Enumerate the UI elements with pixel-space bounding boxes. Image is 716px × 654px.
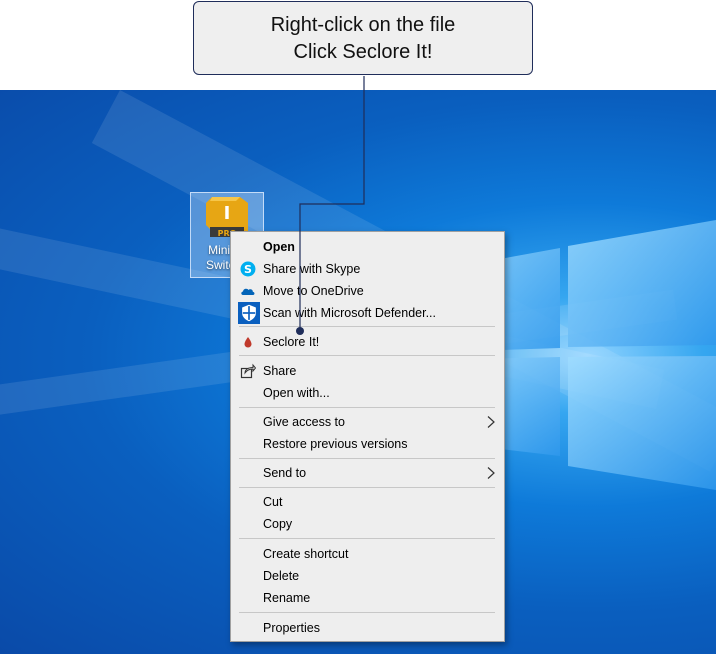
menu-label-share-skype: Share with Skype [263,262,361,276]
menu-item-rename[interactable]: Rename [231,587,504,609]
menu-separator [239,458,495,459]
menu-separator [239,326,495,327]
menu-separator [239,538,495,539]
skype-icon: S [240,261,256,277]
context-menu: Open S Share with Skype Move to OneDrive… [230,231,505,642]
menu-label-seclore: Seclore It! [263,335,320,349]
menu-item-properties[interactable]: Properties [231,617,504,639]
menu-label-onedrive: Move to OneDrive [263,284,364,298]
menu-label-create-shortcut: Create shortcut [263,547,349,561]
menu-label-send-to: Send to [263,466,307,480]
menu-item-defender[interactable]: Scan with Microsoft Defender... [231,302,504,324]
menu-item-open-with[interactable]: Open with... [231,382,504,404]
menu-item-send-to[interactable]: Send to [231,462,504,484]
svg-text:S: S [244,263,252,276]
menu-label-share: Share [263,364,297,378]
menu-separator [239,407,495,408]
menu-label-open-with: Open with... [263,386,330,400]
chevron-right-icon [487,416,495,428]
menu-label-defender: Scan with Microsoft Defender... [263,306,436,320]
menu-label-cut: Cut [263,495,283,509]
menu-item-share-skype[interactable]: S Share with Skype [231,258,504,280]
menu-label-delete: Delete [263,569,300,583]
menu-item-create-shortcut[interactable]: Create shortcut [231,543,504,565]
menu-item-share[interactable]: Share [231,360,504,382]
menu-label-restore: Restore previous versions [263,437,408,451]
menu-item-restore[interactable]: Restore previous versions [231,433,504,455]
menu-separator [239,487,495,488]
menu-item-onedrive[interactable]: Move to OneDrive [231,280,504,302]
defender-icon [238,302,260,324]
share-icon [240,363,256,379]
callout-line-2: Click Seclore It! [293,41,433,63]
seclore-icon [244,337,252,348]
menu-separator [239,612,495,613]
chevron-right-icon [487,467,495,479]
callout-line-1: Right-click on the file [270,14,456,36]
onedrive-icon [241,288,255,295]
menu-separator [239,355,495,356]
instruction-callout: Right-click on the file Click Seclore It… [193,1,533,75]
menu-label-copy: Copy [263,517,293,531]
menu-item-cut[interactable]: Cut [231,491,504,513]
file-glyph-letter: I [224,203,231,224]
menu-label-open: Open [263,240,295,254]
menu-item-give-access[interactable]: Give access to [231,411,504,433]
menu-item-copy[interactable]: Copy [231,513,504,535]
menu-label-give-access: Give access to [263,415,345,429]
menu-label-properties: Properties [263,621,320,635]
menu-item-delete[interactable]: Delete [231,565,504,587]
menu-label-rename: Rename [263,591,311,605]
menu-item-seclore[interactable]: Seclore It! [231,331,504,353]
menu-item-open[interactable]: Open [231,236,504,258]
